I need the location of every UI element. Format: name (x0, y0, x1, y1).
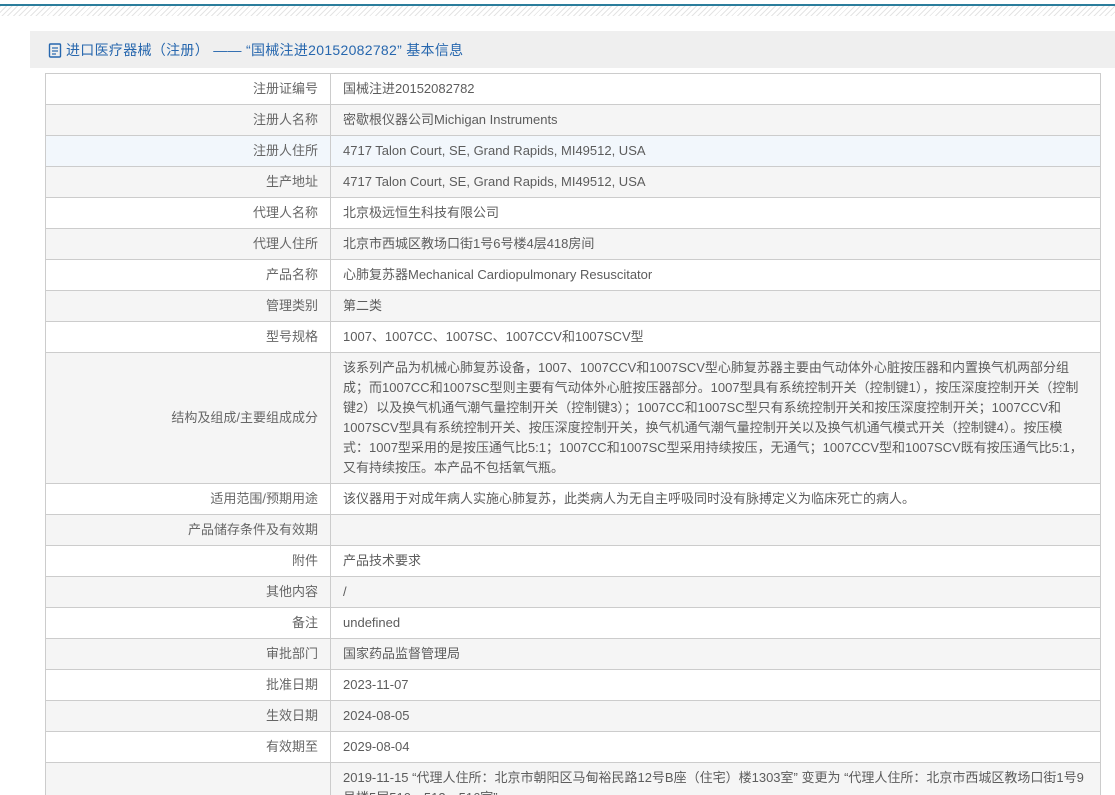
table-row: 审批部门 国家药品监督管理局 (46, 639, 1101, 670)
table-row: 其他内容 / (46, 577, 1101, 608)
field-label: 备注 (46, 608, 331, 639)
table-row: 注册人住所 4717 Talon Court, SE, Grand Rapids… (46, 136, 1101, 167)
table-row: 附件 产品技术要求 (46, 546, 1101, 577)
field-value: 密歇根仪器公司Michigan Instruments (331, 105, 1101, 136)
field-label: 代理人住所 (46, 229, 331, 260)
field-label (46, 763, 331, 795)
field-label: 生产地址 (46, 167, 331, 198)
document-icon (48, 43, 62, 58)
field-label: 管理类别 (46, 291, 331, 322)
table-row: 结构及组成/主要组成成分 该系列产品为机械心肺复苏设备，1007、1007CCV… (46, 353, 1101, 484)
field-label: 批准日期 (46, 670, 331, 701)
table-row: 注册人名称 密歇根仪器公司Michigan Instruments (46, 105, 1101, 136)
table-row: 生产地址 4717 Talon Court, SE, Grand Rapids,… (46, 167, 1101, 198)
field-label: 有效期至 (46, 732, 331, 763)
field-label: 注册人住所 (46, 136, 331, 167)
table-row: 代理人名称 北京极远恒生科技有限公司 (46, 198, 1101, 229)
table-row: 有效期至 2029-08-04 (46, 732, 1101, 763)
field-label: 适用范围/预期用途 (46, 484, 331, 515)
panel-body: 注册证编号 国械注进20152082782 注册人名称 密歇根仪器公司Michi… (30, 68, 1115, 795)
content-panel: 进口医疗器械（注册） —— “国械注进20152082782” 基本信息 注册证… (30, 31, 1115, 795)
field-value: 第二类 (331, 291, 1101, 322)
field-value: undefined (331, 608, 1101, 639)
table-row: 批准日期 2023-11-07 (46, 670, 1101, 701)
page-title-bar: 进口医疗器械（注册） —— “国械注进20152082782” 基本信息 (30, 31, 1115, 68)
field-label: 型号规格 (46, 322, 331, 353)
field-label: 注册证编号 (46, 74, 331, 105)
field-value: 4717 Talon Court, SE, Grand Rapids, MI49… (331, 136, 1101, 167)
field-value: 1007、1007CC、1007SC、1007CCV和1007SCV型 (331, 322, 1101, 353)
diagonal-stripe-band (0, 6, 1115, 16)
field-label: 产品名称 (46, 260, 331, 291)
table-row: 代理人住所 北京市西城区教场口街1号6号楼4层418房间 (46, 229, 1101, 260)
table-row: 产品储存条件及有效期 (46, 515, 1101, 546)
table-row: 型号规格 1007、1007CC、1007SC、1007CCV和1007SCV型 (46, 322, 1101, 353)
field-value: 该系列产品为机械心肺复苏设备，1007、1007CCV和1007SCV型心肺复苏… (331, 353, 1101, 484)
field-value: 北京极远恒生科技有限公司 (331, 198, 1101, 229)
table-row: 管理类别 第二类 (46, 291, 1101, 322)
field-value: 北京市西城区教场口街1号6号楼4层418房间 (331, 229, 1101, 260)
field-label: 结构及组成/主要组成成分 (46, 353, 331, 484)
field-value: 国家药品监督管理局 (331, 639, 1101, 670)
field-value: 心肺复苏器Mechanical Cardiopulmonary Resuscit… (331, 260, 1101, 291)
table-row: 备注 undefined (46, 608, 1101, 639)
registration-info-table: 注册证编号 国械注进20152082782 注册人名称 密歇根仪器公司Michi… (45, 73, 1101, 795)
page-title: 进口医疗器械（注册） —— “国械注进20152082782” 基本信息 (66, 40, 463, 60)
table-row: 产品名称 心肺复苏器Mechanical Cardiopulmonary Res… (46, 260, 1101, 291)
field-value: 产品技术要求 (331, 546, 1101, 577)
field-value: 2029-08-04 (331, 732, 1101, 763)
field-label: 其他内容 (46, 577, 331, 608)
field-value: 该仪器用于对成年病人实施心肺复苏，此类病人为无自主呼吸同时没有脉搏定义为临床死亡… (331, 484, 1101, 515)
table-row: 适用范围/预期用途 该仪器用于对成年病人实施心肺复苏，此类病人为无自主呼吸同时没… (46, 484, 1101, 515)
field-value: 2019-11-15 “代理人住所：北京市朝阳区马甸裕民路12号B座（住宅）楼1… (331, 763, 1101, 795)
field-label: 附件 (46, 546, 331, 577)
field-value: 2023-11-07 (331, 670, 1101, 701)
field-label: 审批部门 (46, 639, 331, 670)
field-value: / (331, 577, 1101, 608)
field-value: 2024-08-05 (331, 701, 1101, 732)
field-value: 4717 Talon Court, SE, Grand Rapids, MI49… (331, 167, 1101, 198)
field-label: 注册人名称 (46, 105, 331, 136)
table-row: 2019-11-15 “代理人住所：北京市朝阳区马甸裕民路12号B座（住宅）楼1… (46, 763, 1101, 795)
field-label: 生效日期 (46, 701, 331, 732)
field-label: 代理人名称 (46, 198, 331, 229)
field-value (331, 515, 1101, 546)
field-value: 国械注进20152082782 (331, 74, 1101, 105)
field-label: 产品储存条件及有效期 (46, 515, 331, 546)
table-row: 生效日期 2024-08-05 (46, 701, 1101, 732)
table-row: 注册证编号 国械注进20152082782 (46, 74, 1101, 105)
